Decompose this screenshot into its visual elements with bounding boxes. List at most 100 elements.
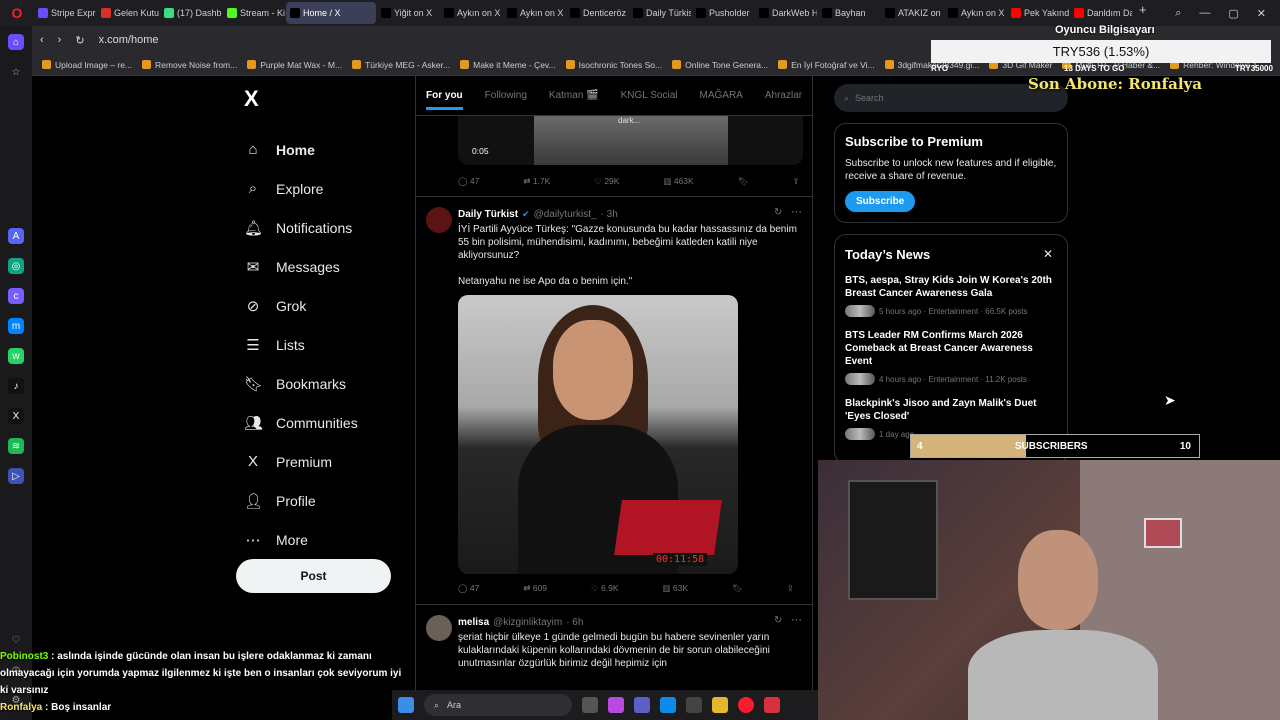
taskbar-search[interactable]: ⌕ Ara — [424, 694, 572, 716]
author-name[interactable]: Daily Türkist — [458, 209, 518, 220]
url-field[interactable]: x.com/home — [99, 34, 159, 46]
avatar[interactable] — [426, 615, 452, 641]
close-icon[interactable]: ✕ — [1043, 247, 1053, 261]
views-button[interactable]: ▥ 463K — [663, 176, 693, 187]
new-tab-icon[interactable]: + — [1139, 2, 1147, 24]
tweet-time[interactable]: · 3h — [601, 209, 618, 220]
back-icon[interactable]: ‹ — [40, 34, 44, 46]
maximize-icon[interactable]: ▢ — [1228, 7, 1238, 20]
nav-item-grok[interactable]: ⊘ Grok — [236, 286, 406, 325]
author-name[interactable]: melisa — [458, 617, 489, 628]
grok-explain-icon[interactable]: ↻ — [774, 615, 782, 626]
timeline-tab[interactable]: Ahrazlar — [765, 90, 802, 101]
tiktok-icon[interactable]: ♪ — [8, 378, 24, 394]
browser-tab[interactable]: Aykın on X — [944, 2, 1006, 24]
timeline-tab[interactable]: Following — [485, 90, 527, 101]
browser-tab[interactable]: (17) Dashbo — [160, 2, 222, 24]
timeline-tab[interactable]: For you — [426, 90, 463, 110]
chatgpt-icon[interactable]: ◎ — [8, 258, 24, 274]
browser-tab[interactable]: Danldım Da — [1070, 2, 1132, 24]
browser-tab[interactable]: Daily Türkis — [629, 2, 691, 24]
heart-icon[interactable]: ♡ — [8, 632, 24, 648]
share-button[interactable]: ⇪ — [793, 176, 800, 187]
bookmark-item[interactable]: Remove Noise from... — [142, 60, 237, 70]
store-icon[interactable] — [686, 697, 702, 713]
news-item[interactable]: BTS Leader RM Confirms March 2026 Comeba… — [845, 329, 1057, 385]
browser-tab[interactable]: Stripe Expre — [34, 2, 96, 24]
nav-item-lists[interactable]: ☰ Lists — [236, 325, 406, 364]
bookmark-item[interactable]: Upload Image – re... — [42, 60, 132, 70]
nav-item-profile[interactable]: 👤︎ Profile — [236, 481, 406, 520]
more-options-icon[interactable]: ⋯ — [791, 613, 802, 626]
opera-logo-icon[interactable]: O — [0, 0, 34, 26]
browser-tab[interactable]: Pek Yakında — [1007, 2, 1069, 24]
news-item[interactable]: BTS, aespa, Stray Kids Join W Korea's 20… — [845, 274, 1057, 317]
bookmark-item[interactable]: Online Tone Genera... — [672, 60, 768, 70]
subscribe-button[interactable]: Subscribe — [845, 191, 916, 212]
nav-item-explore[interactable]: ⌕ Explore — [236, 169, 406, 208]
nav-item-communities[interactable]: 👥︎ Communities — [236, 403, 406, 442]
bookmark-item[interactable]: Türkiye MEG - Asker... — [352, 60, 450, 70]
spotify-icon[interactable]: ≋ — [8, 438, 24, 454]
x-app-icon[interactable]: X — [8, 408, 24, 424]
share-button[interactable]: ⇪ — [787, 583, 794, 594]
like-button[interactable]: ♡ 29K — [594, 176, 619, 187]
star-icon[interactable]: ☆ — [8, 64, 24, 80]
nav-item-notifications[interactable]: 🔔︎ Notifications — [236, 208, 406, 247]
nav-item-messages[interactable]: ✉ Messages — [236, 247, 406, 286]
nav-item-premium[interactable]: X Premium — [236, 442, 406, 481]
bookmark-button[interactable]: 🔖︎ — [732, 583, 743, 594]
bookmark-item[interactable]: Make it Meme - Çev... — [460, 60, 556, 70]
browser-tab[interactable]: Pusholder — [692, 2, 754, 24]
repost-button[interactable]: ⇄ 1.7K — [523, 176, 550, 187]
explorer-icon[interactable] — [712, 697, 728, 713]
start-icon[interactable] — [398, 697, 414, 713]
reload-icon[interactable]: ↻ — [75, 34, 84, 47]
aria-icon[interactable]: A — [8, 228, 24, 244]
workspace-icon[interactable]: ⌂ — [8, 34, 24, 50]
minimize-icon[interactable]: — — [1199, 7, 1210, 20]
views-button[interactable]: ▥ 63K — [663, 583, 689, 594]
tweet-time[interactable]: · 6h — [566, 617, 583, 628]
bookmark-item[interactable]: En İyi Fotoğraf ve Vi... — [778, 60, 875, 70]
browser-tab[interactable]: DarkWeb H — [755, 2, 817, 24]
bookmark-item[interactable]: Isochronic Tones So... — [565, 60, 662, 70]
reply-button[interactable]: ◯ 47 — [458, 176, 479, 187]
player-icon[interactable]: ▷ — [8, 468, 24, 484]
forward-icon[interactable]: › — [58, 34, 62, 46]
author-handle[interactable]: @kizginliktayim — [493, 617, 562, 628]
timeline-tab[interactable]: KNGL Social — [621, 90, 678, 101]
video-player[interactable]: dark... 0:05 — [458, 116, 803, 165]
close-window-icon[interactable]: ✕ — [1257, 7, 1266, 20]
browser-tab[interactable]: Yiğit on X — [377, 2, 439, 24]
repost-button[interactable]: ⇄ 609 — [523, 583, 547, 594]
edge-icon[interactable] — [660, 697, 676, 713]
browser-tab[interactable]: Bayhan — [818, 2, 880, 24]
messenger-icon[interactable]: m — [8, 318, 24, 334]
opera-taskbar-icon[interactable] — [738, 697, 754, 713]
browser-tab[interactable]: Aykın on X — [503, 2, 565, 24]
bookmark-item[interactable]: Purple Mat Wax - M... — [247, 60, 342, 70]
tweet[interactable]: Daily Türkist ✔ @dailyturkist_ · 3h ↻ ⋯ … — [416, 196, 812, 604]
timeline-tab[interactable]: MAĞARA — [700, 90, 743, 101]
reply-button[interactable]: ◯ 47 — [458, 583, 479, 594]
copilot-icon[interactable] — [608, 697, 624, 713]
w-app-icon[interactable] — [764, 697, 780, 713]
cs-icon[interactable]: c — [8, 288, 24, 304]
nav-item-bookmarks[interactable]: 🔖︎ Bookmarks — [236, 364, 406, 403]
browser-tab[interactable]: ATAKIZ on — [881, 2, 943, 24]
whatsapp-icon[interactable]: w — [8, 348, 24, 364]
browser-tab[interactable]: Denticeröz — [566, 2, 628, 24]
teams-icon[interactable] — [634, 697, 650, 713]
post-button[interactable]: Post — [236, 559, 391, 593]
browser-tab[interactable]: Aykın on X — [440, 2, 502, 24]
author-handle[interactable]: @dailyturkist_ — [534, 209, 597, 220]
grok-explain-icon[interactable]: ↻ — [774, 207, 782, 218]
tweet-image[interactable]: 00:11:58 — [458, 295, 738, 574]
browser-tab[interactable]: Gelen Kutu — [97, 2, 159, 24]
browser-tab[interactable]: Stream - Ki — [223, 2, 285, 24]
timeline-tab[interactable]: Katman 🎬 — [549, 90, 599, 101]
nav-item-more[interactable]: ⋯ More — [236, 520, 406, 559]
task-view-icon[interactable] — [582, 697, 598, 713]
like-button[interactable]: ♡ 6.9K — [591, 583, 618, 594]
